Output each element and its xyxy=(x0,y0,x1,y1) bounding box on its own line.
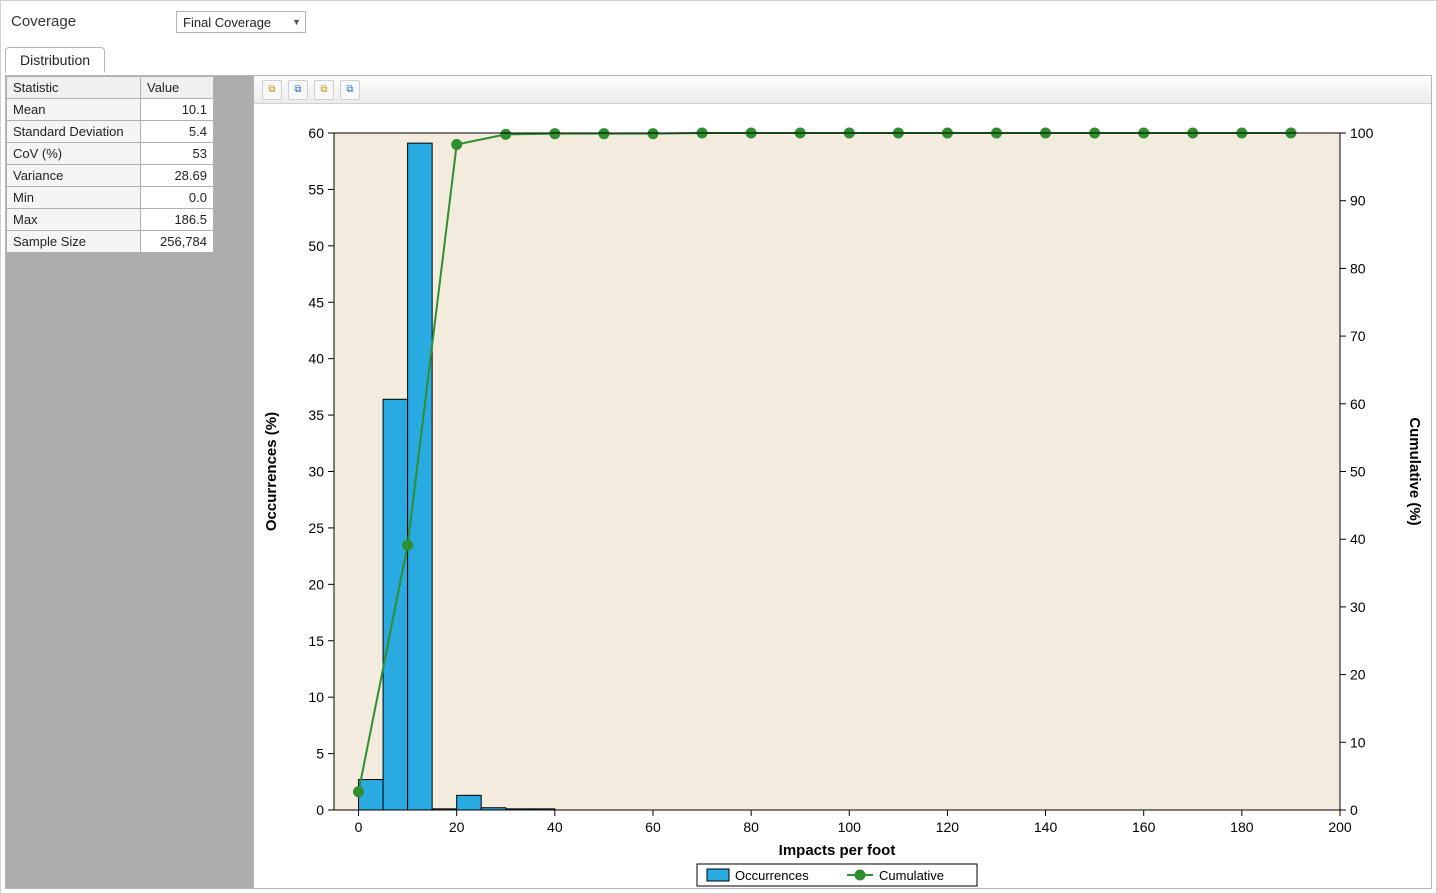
tab-distribution[interactable]: Distribution xyxy=(5,47,105,73)
stats-row: Mean10.1 xyxy=(7,99,214,121)
stats-table: Statistic Value Mean10.1Standard Deviati… xyxy=(6,76,214,253)
x-axis-title: Impacts per foot xyxy=(779,842,896,859)
histogram-bar xyxy=(408,143,433,810)
y-right-tick-label: 60 xyxy=(1350,396,1366,412)
legend-swatch-occ xyxy=(707,869,729,881)
chart-tool-2[interactable]: ⧉ xyxy=(288,80,308,100)
y-left-tick-label: 0 xyxy=(316,802,324,818)
x-tick-label: 140 xyxy=(1034,819,1058,835)
stats-row-name: Min xyxy=(7,187,141,209)
coverage-select[interactable]: Final Coverage ▼ xyxy=(176,11,306,33)
x-tick-label: 60 xyxy=(645,819,661,835)
stats-row-value: 10.1 xyxy=(141,99,214,121)
stats-row-value: 5.4 xyxy=(141,121,214,143)
cumulative-point xyxy=(648,129,658,139)
stats-row: Max186.5 xyxy=(7,209,214,231)
x-tick-label: 20 xyxy=(449,819,465,835)
x-tick-label: 80 xyxy=(743,819,759,835)
left-panel: Statistic Value Mean10.1Standard Deviati… xyxy=(6,76,254,888)
stats-header-stat: Statistic xyxy=(7,77,141,99)
y-left-tick-label: 40 xyxy=(308,351,324,367)
panels: Statistic Value Mean10.1Standard Deviati… xyxy=(5,75,1432,889)
y-left-tick-label: 60 xyxy=(308,125,324,141)
y-right-tick-label: 80 xyxy=(1350,260,1366,276)
chart-toolbar: ⧉ ⧉ ⧉ ⧉ xyxy=(254,76,1431,104)
stats-row: CoV (%)53 xyxy=(7,143,214,165)
stats-row-value: 0.0 xyxy=(141,187,214,209)
y-right-tick-label: 50 xyxy=(1350,464,1366,480)
y-right-tick-label: 40 xyxy=(1350,531,1366,547)
stats-row-name: Max xyxy=(7,209,141,231)
stats-row-name: Variance xyxy=(7,165,141,187)
x-tick-label: 100 xyxy=(838,819,862,835)
y-left-tick-label: 5 xyxy=(316,746,324,762)
x-tick-label: 160 xyxy=(1132,819,1156,835)
legend-swatch-cum xyxy=(855,870,865,880)
y-left-tick-label: 30 xyxy=(308,464,324,480)
stats-row-value: 28.69 xyxy=(141,165,214,187)
chart-area: 0204060801001201401601802000510152025303… xyxy=(254,103,1431,888)
cumulative-point xyxy=(403,540,413,550)
plot-background xyxy=(334,133,1340,810)
stats-row-name: Standard Deviation xyxy=(7,121,141,143)
stats-header-val: Value xyxy=(141,77,214,99)
y-right-tick-label: 30 xyxy=(1350,599,1366,615)
x-tick-label: 0 xyxy=(355,819,363,835)
chart-tool-3[interactable]: ⧉ xyxy=(314,80,334,100)
y-right-tick-label: 70 xyxy=(1350,328,1366,344)
stats-row-name: Mean xyxy=(7,99,141,121)
y-left-tick-label: 20 xyxy=(308,576,324,592)
coverage-label: Coverage xyxy=(11,13,76,30)
chart-panel: ⧉ ⧉ ⧉ ⧉ 02040608010012014016018020005101… xyxy=(254,76,1431,888)
legend-label-occ: Occurrences xyxy=(735,868,809,883)
y-left-tick-label: 10 xyxy=(308,689,324,705)
x-tick-label: 120 xyxy=(936,819,960,835)
legend-label-cum: Cumulative xyxy=(879,868,944,883)
chart-svg: 0204060801001201401601802000510152025303… xyxy=(254,103,1430,890)
tab-row: Distribution xyxy=(5,47,105,75)
chevron-down-icon: ▼ xyxy=(292,17,301,27)
y-right-tick-label: 0 xyxy=(1350,802,1358,818)
stats-row-value: 53 xyxy=(141,143,214,165)
stats-row-value: 256,784 xyxy=(141,231,214,253)
stats-row: Sample Size256,784 xyxy=(7,231,214,253)
y-left-tick-label: 55 xyxy=(308,181,324,197)
stats-row: Variance28.69 xyxy=(7,165,214,187)
cumulative-point xyxy=(501,129,511,139)
y-left-axis-title: Occurrences (%) xyxy=(263,412,280,531)
y-left-tick-label: 50 xyxy=(308,238,324,254)
y-right-tick-label: 100 xyxy=(1350,125,1374,141)
cumulative-point xyxy=(354,787,364,797)
y-right-axis-title: Cumulative (%) xyxy=(1406,417,1423,525)
cumulative-point xyxy=(550,129,560,139)
cumulative-point xyxy=(452,140,462,150)
stats-row: Standard Deviation5.4 xyxy=(7,121,214,143)
app-root: Coverage Final Coverage ▼ Distribution S… xyxy=(0,0,1437,894)
stats-row-name: CoV (%) xyxy=(7,143,141,165)
cumulative-point xyxy=(599,129,609,139)
stats-row-value: 186.5 xyxy=(141,209,214,231)
stats-row: Min0.0 xyxy=(7,187,214,209)
x-tick-label: 180 xyxy=(1230,819,1254,835)
y-left-tick-label: 15 xyxy=(308,633,324,649)
chart-tool-1[interactable]: ⧉ xyxy=(262,80,282,100)
y-left-tick-label: 35 xyxy=(308,407,324,423)
y-right-tick-label: 90 xyxy=(1350,193,1366,209)
y-left-tick-label: 45 xyxy=(308,294,324,310)
histogram-bar xyxy=(457,795,482,810)
y-left-tick-label: 25 xyxy=(308,520,324,536)
chart-tool-4[interactable]: ⧉ xyxy=(340,80,360,100)
coverage-select-value: Final Coverage xyxy=(183,15,271,30)
y-right-tick-label: 20 xyxy=(1350,667,1366,683)
y-right-tick-label: 10 xyxy=(1350,734,1366,750)
stats-row-name: Sample Size xyxy=(7,231,141,253)
top-strip: Coverage Final Coverage ▼ xyxy=(1,1,1436,43)
x-tick-label: 40 xyxy=(547,819,563,835)
x-tick-label: 200 xyxy=(1328,819,1352,835)
